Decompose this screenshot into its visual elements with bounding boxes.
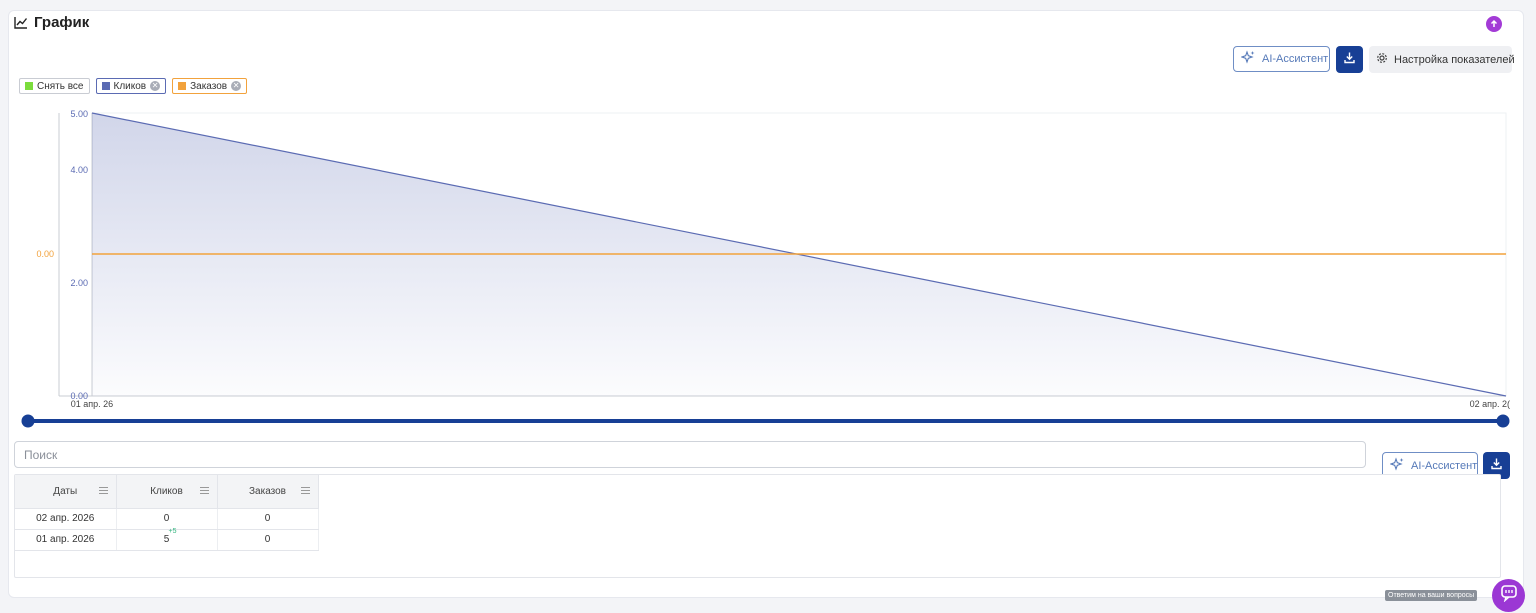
column-menu-icon[interactable] bbox=[98, 487, 108, 496]
chart-plot: 5.00 4.00 0.00 2.00 0.00 01 апр. 26 02 а… bbox=[21, 109, 1510, 428]
range-slider-end-handle[interactable] bbox=[1496, 414, 1510, 428]
column-label-clicks: Кликов bbox=[150, 485, 183, 497]
y-tick-4: 4.00 bbox=[70, 165, 88, 175]
table-row[interactable]: 01 апр. 2026 +5 5 0 bbox=[15, 527, 319, 551]
table-row[interactable]: 02 апр. 2026 0 0 bbox=[15, 508, 319, 530]
column-menu-icon[interactable] bbox=[300, 487, 310, 496]
help-tooltip: Ответим на ваши вопросы bbox=[1385, 590, 1478, 601]
data-table-container: Даты Кликов Заказов 02 апр. 2026 0 0 01 … bbox=[14, 474, 1501, 578]
clicks-value: 0 bbox=[163, 513, 170, 524]
chat-icon bbox=[1500, 584, 1518, 607]
download-icon bbox=[1490, 457, 1503, 475]
column-header-clicks[interactable]: Кликов bbox=[116, 475, 218, 509]
column-header-orders[interactable]: Заказов bbox=[217, 475, 319, 509]
x-tick-start: 01 апр. 26 bbox=[71, 399, 113, 409]
column-menu-icon[interactable] bbox=[199, 487, 209, 496]
y-tick-5: 5.00 bbox=[70, 109, 88, 119]
column-label-orders: Заказов bbox=[249, 485, 286, 497]
column-header-dates[interactable]: Даты bbox=[15, 475, 117, 509]
clicks-delta-badge: +5 bbox=[168, 527, 177, 535]
sparkle-icon bbox=[1389, 456, 1405, 475]
cell-date: 02 апр. 2026 bbox=[15, 508, 117, 530]
column-label-dates: Даты bbox=[53, 485, 78, 497]
cell-orders: 0 bbox=[217, 508, 319, 530]
range-slider-start-handle[interactable] bbox=[21, 414, 35, 428]
y-tick-2: 2.00 bbox=[70, 278, 88, 288]
table-ai-assistant-label: AI-Ассистент bbox=[1411, 459, 1478, 472]
clicks-value: 5 bbox=[163, 534, 170, 545]
y2-tick-0: 0.00 bbox=[36, 249, 54, 259]
x-tick-end: 02 апр. 2( bbox=[1470, 399, 1510, 409]
data-table: Даты Кликов Заказов 02 апр. 2026 0 0 01 … bbox=[15, 475, 319, 551]
cell-clicks: +5 5 bbox=[116, 527, 218, 551]
range-slider-track[interactable] bbox=[28, 419, 1503, 423]
support-chat-button[interactable] bbox=[1492, 579, 1525, 612]
cell-clicks: 0 bbox=[116, 508, 218, 530]
cell-orders: 0 bbox=[217, 529, 319, 551]
cell-date: 01 апр. 2026 bbox=[15, 529, 117, 551]
table-search-input[interactable] bbox=[14, 441, 1366, 468]
